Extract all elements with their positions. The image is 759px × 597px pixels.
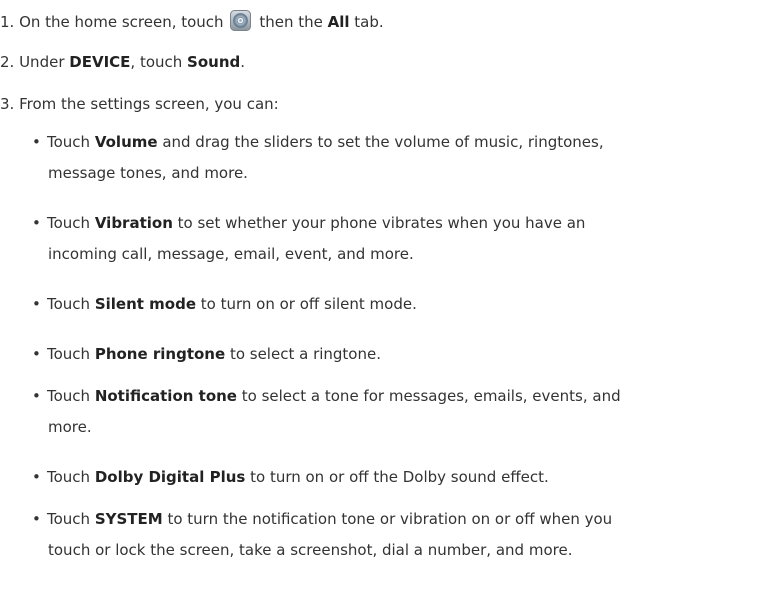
bullet-lead: Touch [47, 133, 95, 151]
bullet-dolby-digital-plus: • Touch Dolby Digital Plus to turn on or … [32, 462, 752, 493]
bullet-term: Volume [94, 133, 158, 151]
bullet-lead: Touch [47, 345, 95, 363]
step-2-middle: , touch [130, 53, 188, 71]
bullet-vibration: • Touch Vibration to set whether your pho… [32, 208, 752, 270]
step-2-prefix: 2. Under [0, 53, 70, 71]
bullet-lead: Touch [47, 468, 95, 486]
bullet-text-continued: touch or lock the screen, take a screens… [48, 541, 573, 559]
step-3: 3. From the settings screen, you can: [0, 93, 279, 115]
bullet-text-continued: message tones, and more. [48, 164, 248, 182]
step-1-bold: All [327, 13, 350, 31]
step-2-bold-device: DEVICE [69, 53, 131, 71]
step-1-middle: then the [254, 13, 328, 31]
bullet-term: Dolby Digital Plus [94, 468, 246, 486]
bullet-text: to set whether your phone vibrates when … [172, 214, 586, 232]
bullet-term: Notification tone [94, 387, 237, 405]
bullet-lead: Touch [47, 387, 95, 405]
step-2-bold-sound: Sound [187, 53, 241, 71]
bullet-dot: • [32, 345, 41, 363]
bullet-dot: • [32, 133, 41, 151]
bullet-dot: • [32, 510, 41, 528]
bullet-notification-tone: • Touch Notification tone to select a ton… [32, 381, 752, 443]
step-2: 2. Under DEVICE, touch Sound. [0, 51, 245, 73]
step-1: 1. On the home screen, touch then the Al… [0, 10, 384, 33]
step-1-suffix: tab. [349, 13, 384, 31]
bullet-text-continued: incoming call, message, email, event, an… [48, 245, 414, 263]
bullet-system: • Touch SYSTEM to turn the notification t… [32, 504, 752, 566]
bullet-term: Vibration [94, 214, 173, 232]
bullet-lead: Touch [47, 214, 95, 232]
bullet-text: to select a ringtone. [225, 345, 381, 363]
bullet-dot: • [32, 468, 41, 486]
bullet-phone-ringtone: • Touch Phone ringtone to select a ringto… [32, 339, 752, 370]
bullet-lead: Touch [47, 510, 95, 528]
bullet-silent-mode: • Touch Silent mode to turn on or off sil… [32, 289, 752, 320]
bullet-text: to turn on or off the Dolby sound effect… [245, 468, 549, 486]
bullet-text: to select a tone for messages, emails, e… [236, 387, 621, 405]
bullet-volume: • Touch Volume and drag the sliders to se… [32, 127, 752, 189]
bullet-term: Silent mode [94, 295, 197, 313]
step-2-suffix: . [240, 53, 246, 71]
bullet-dot: • [32, 387, 41, 405]
bullet-text: and drag the sliders to set the volume o… [157, 133, 604, 151]
bullet-dot: • [32, 295, 41, 313]
bullet-term: Phone ringtone [94, 345, 226, 363]
bullet-text-continued: more. [48, 418, 92, 436]
bullet-lead: Touch [47, 295, 95, 313]
bullet-dot: • [32, 214, 41, 232]
bullet-text: to turn on or off silent mode. [196, 295, 417, 313]
settings-icon [229, 10, 251, 31]
bullet-text: to turn the notification tone or vibrati… [162, 510, 613, 528]
step-1-prefix: 1. On the home screen, touch [0, 13, 224, 31]
step-3-text: 3. From the settings screen, you can: [0, 95, 279, 113]
bullet-term: SYSTEM [94, 510, 163, 528]
